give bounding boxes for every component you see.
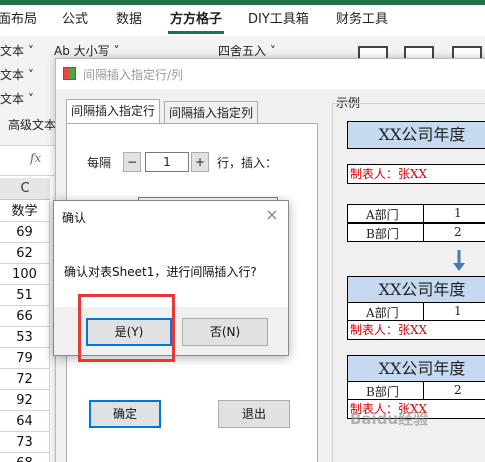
- no-button[interactable]: 否(N): [182, 318, 268, 346]
- example-row-b: B部门 2: [347, 223, 485, 242]
- cell-divider: [423, 205, 424, 222]
- every-label: 每隔: [87, 156, 112, 170]
- table-cell[interactable]: 69: [0, 222, 50, 243]
- column-header-c[interactable]: C: [0, 178, 50, 200]
- tab-insert-rows[interactable]: 间隔插入指定行: [66, 99, 161, 123]
- tab-fangfang-gezi[interactable]: 方方格子: [170, 8, 222, 27]
- table-cell[interactable]: 72: [0, 369, 50, 390]
- tab-formulas[interactable]: 公式: [62, 8, 88, 27]
- active-tab-indicator: [168, 31, 224, 34]
- table-cell-header[interactable]: 数学: [0, 201, 50, 222]
- confirm-title: 确认: [62, 211, 87, 225]
- dept-b-value: 2: [454, 383, 462, 397]
- tab-insert-columns[interactable]: 间隔插入指定列: [164, 101, 259, 123]
- dept-a-value: 1: [454, 206, 462, 220]
- case-button[interactable]: Ab 大小写 ˅: [54, 42, 119, 59]
- fx-icon[interactable]: fx: [30, 151, 41, 165]
- ribbon-text-menu-2[interactable]: 文本 ˅: [0, 66, 34, 83]
- row-insert-label: 行，插入：: [217, 156, 278, 170]
- example-title-2: XX公司年度: [347, 276, 485, 304]
- table-cell[interactable]: 79: [0, 348, 50, 369]
- ok-button[interactable]: 确定: [89, 400, 161, 428]
- close-icon[interactable]: ×: [264, 206, 280, 224]
- dialog-titlebar[interactable]: 间隔插入指定行/列: [56, 59, 485, 89]
- example-row-a2: A部门 1: [347, 302, 485, 321]
- down-arrow-icon: [453, 250, 465, 271]
- table-cell[interactable]: 53: [0, 327, 50, 348]
- tab-diy-toolbox[interactable]: DIY工具箱: [248, 8, 309, 27]
- dept-a-value: 1: [454, 304, 462, 318]
- plus-button[interactable]: +: [191, 152, 209, 172]
- watermark: Baidu经验: [350, 410, 429, 428]
- table-cell[interactable]: 66: [0, 306, 50, 327]
- cell-divider: [423, 303, 424, 320]
- example-maker-1: 制表人：张XX: [347, 164, 485, 184]
- dept-b-label: B部门: [366, 385, 399, 399]
- table-cell[interactable]: 100: [0, 264, 50, 285]
- confirm-message: 确认对表Sheet1，进行间隔插入行?: [64, 265, 257, 279]
- ribbon-tabs-bar: 面布局 公式 数据 方方格子 DIY工具箱 财务工具: [0, 0, 485, 36]
- dept-b-value: 2: [454, 225, 462, 239]
- advanced-text-group-label: 高级文本: [8, 118, 57, 132]
- example-title-1: XX公司年度: [347, 121, 485, 149]
- example-title-3: XX公司年度: [347, 355, 485, 383]
- exit-button[interactable]: 退出: [218, 400, 290, 428]
- annotation-highlight-box: [78, 294, 175, 362]
- table-cell[interactable]: 73: [0, 432, 50, 453]
- table-cell[interactable]: 68: [0, 453, 50, 462]
- app-icon: [63, 67, 76, 80]
- table-cell[interactable]: 64: [0, 411, 50, 432]
- example-row-a: A部门 1: [347, 204, 485, 223]
- cell-divider: [423, 382, 424, 399]
- table-cell[interactable]: 51: [0, 285, 50, 306]
- tab-finance-tools[interactable]: 财务工具: [336, 8, 388, 27]
- confirm-titlebar[interactable]: 确认 ×: [54, 201, 288, 231]
- example-row-b2: B部门 2: [347, 381, 485, 400]
- interval-input[interactable]: 1: [145, 152, 189, 172]
- ribbon-accent-strip: [0, 0, 485, 5]
- dept-a-label: A部门: [366, 208, 399, 222]
- tab-page-layout[interactable]: 面布局: [0, 8, 37, 27]
- ribbon-text-menu-1[interactable]: 文本 ˅: [0, 42, 34, 59]
- minus-button[interactable]: −: [123, 152, 141, 172]
- example-maker-2: 制表人：张XX: [347, 320, 485, 340]
- tab-data[interactable]: 数据: [116, 8, 142, 27]
- ribbon-text-menu-3[interactable]: 文本 ˅: [0, 90, 34, 107]
- table-cell[interactable]: 92: [0, 390, 50, 411]
- dialog-title: 间隔插入指定行/列: [83, 68, 184, 82]
- round-button[interactable]: 四舍五入 ˅: [218, 42, 276, 59]
- cell-divider: [423, 224, 424, 241]
- table-cell[interactable]: 62: [0, 243, 50, 264]
- dept-a-label: A部门: [366, 306, 399, 320]
- dept-b-label: B部门: [366, 227, 399, 241]
